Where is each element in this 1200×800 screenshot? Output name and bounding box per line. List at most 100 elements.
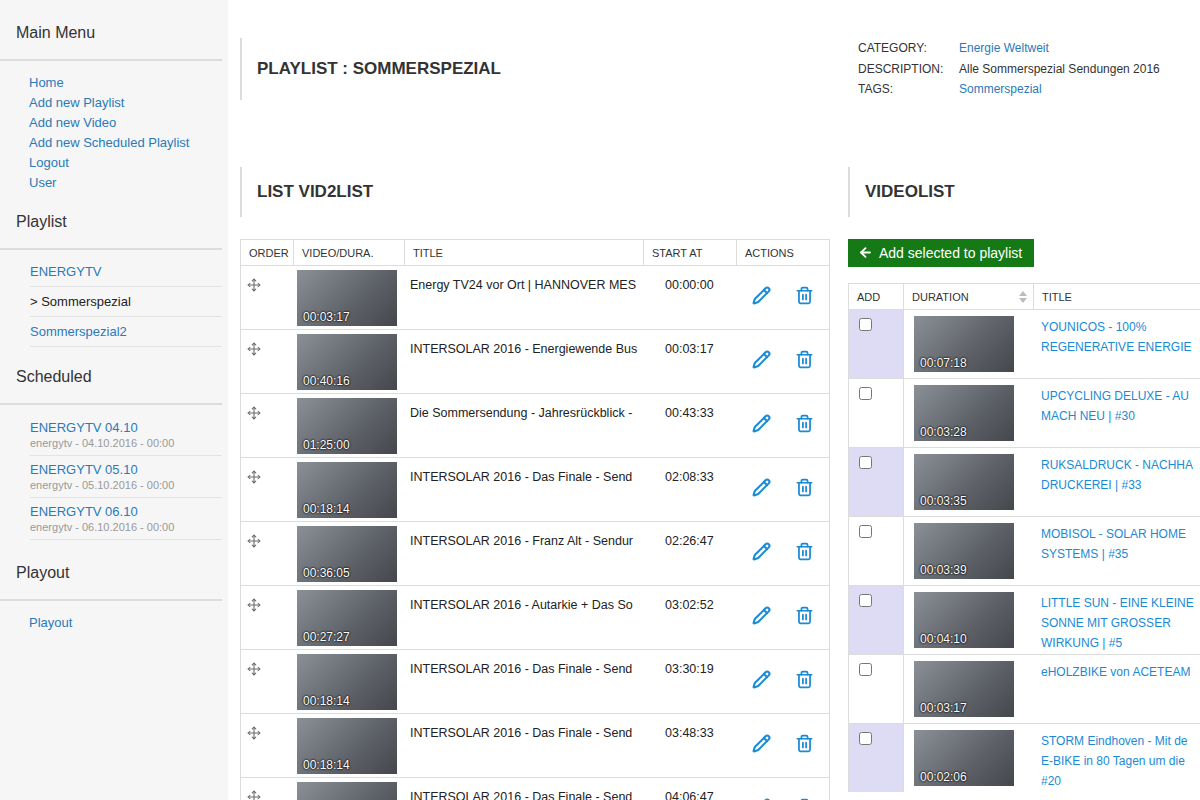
edit-button[interactable] [752, 414, 771, 433]
video-title[interactable]: LITTLE SUN - EINE KLEINE [1041, 593, 1200, 613]
menu-link[interactable]: Playout [29, 613, 228, 633]
trash-icon[interactable] [795, 414, 814, 433]
start-cell: 03:30:19 [644, 650, 737, 713]
order-cell [241, 650, 294, 713]
scheduled-item[interactable]: ENERGYTV 04.10energytv - 04.10.2016 - 00… [30, 414, 222, 456]
pencil-icon[interactable] [752, 798, 771, 800]
delete-button[interactable] [795, 542, 814, 561]
trash-icon[interactable] [795, 798, 814, 800]
start-cell: 03:48:33 [644, 714, 737, 777]
delete-button[interactable] [795, 478, 814, 497]
add-checkbox[interactable] [859, 594, 872, 607]
scheduled-item[interactable]: ENERGYTV 06.10energytv - 06.10.2016 - 00… [30, 498, 222, 540]
video-title[interactable]: E-BIKE in 80 Tagen um die [1041, 751, 1200, 771]
pencil-icon[interactable] [752, 414, 771, 433]
add-checkbox[interactable] [859, 456, 872, 469]
add-checkbox[interactable] [859, 525, 872, 538]
drag-icon[interactable] [247, 406, 261, 420]
drag-icon[interactable] [247, 662, 261, 676]
edit-button[interactable] [752, 350, 771, 369]
video-title[interactable]: REGENERATIVE ENERGIE [1041, 337, 1200, 357]
video-title[interactable]: SYSTEMS | #35 [1041, 544, 1200, 564]
video-title[interactable]: eHOLZBIKE von ACETEAM [1041, 662, 1200, 682]
trash-icon[interactable] [795, 286, 814, 305]
pencil-icon[interactable] [752, 286, 771, 305]
delete-button[interactable] [795, 670, 814, 689]
edit-button[interactable] [752, 286, 771, 305]
edit-button[interactable] [752, 478, 771, 497]
trash-icon[interactable] [795, 542, 814, 561]
video-title[interactable]: MACH NEU | #30 [1041, 406, 1200, 426]
video-title[interactable]: DRUCKEREI | #33 [1041, 475, 1200, 495]
add-cell [849, 724, 904, 792]
playlist-item[interactable]: ENERGYTV [30, 257, 222, 287]
add-checkbox[interactable] [859, 387, 872, 400]
drag-icon[interactable] [247, 278, 261, 292]
trash-icon[interactable] [795, 670, 814, 689]
table-row: INTERSOLAR 2016 - Das Finale - Send04:06… [241, 777, 829, 800]
column-header[interactable]: DURATION [904, 284, 1034, 309]
menu-link[interactable]: User [29, 173, 228, 193]
menu-link[interactable]: Add new Scheduled Playlist [29, 133, 228, 153]
video-title[interactable]: #20 [1041, 771, 1200, 791]
video-title[interactable]: MOBISOL - SOLAR HOME [1041, 524, 1200, 544]
edit-button[interactable] [752, 606, 771, 625]
table-header: ORDERVIDEO/DURA.TITLESTART ATACTIONS [241, 240, 829, 265]
table-row: 00:03:28UPCYCLING DELUXE - AUMACH NEU | … [849, 378, 1200, 447]
trash-icon[interactable] [795, 734, 814, 753]
menu-link[interactable]: Add new Video [29, 113, 228, 133]
drag-icon[interactable] [247, 534, 261, 548]
delete-button[interactable] [795, 286, 814, 305]
menu-link[interactable]: Logout [29, 153, 228, 173]
sidebar-header: Main Menu [0, 4, 222, 61]
menu-link[interactable]: Home [29, 73, 228, 93]
video-cell: 01:25:00 [294, 394, 405, 457]
drag-icon[interactable] [247, 726, 261, 740]
pencil-icon[interactable] [752, 734, 771, 753]
edit-button[interactable] [752, 670, 771, 689]
video-title[interactable]: WIRKUNG | #5 [1041, 633, 1200, 653]
playout-list: Playout [0, 601, 228, 633]
video-title[interactable]: SONNE MIT GROSSER [1041, 613, 1200, 633]
edit-button[interactable] [752, 734, 771, 753]
pencil-icon[interactable] [752, 350, 771, 369]
drag-icon[interactable] [247, 790, 261, 800]
add-checkbox[interactable] [859, 663, 872, 676]
video-duration: 00:03:17 [920, 701, 967, 715]
pencil-icon[interactable] [752, 542, 771, 561]
drag-icon[interactable] [247, 470, 261, 484]
video-title[interactable]: RUKSALDRUCK - NACHHA [1041, 455, 1200, 475]
sort-icon[interactable] [1019, 291, 1027, 303]
pencil-icon[interactable] [752, 478, 771, 497]
playlist-item[interactable]: > Sommerspezial [30, 287, 222, 317]
video-title[interactable]: UPCYCLING DELUXE - AU [1041, 386, 1200, 406]
delete-button[interactable] [795, 606, 814, 625]
video-title[interactable]: STORM Eindhoven - Mit de [1041, 731, 1200, 751]
scheduled-item[interactable]: ENERGYTV 05.10energytv - 05.10.2016 - 00… [30, 456, 222, 498]
delete-button[interactable] [795, 414, 814, 433]
delete-button[interactable] [795, 798, 814, 800]
edit-button[interactable] [752, 542, 771, 561]
delete-button[interactable] [795, 350, 814, 369]
meta-value[interactable]: Energie Weltweit [959, 38, 1200, 59]
meta-value[interactable]: Sommerspezial [959, 79, 1200, 100]
drag-icon[interactable] [247, 342, 261, 356]
edit-button[interactable] [752, 798, 771, 800]
title-cell: INTERSOLAR 2016 - Energiewende Bus [405, 330, 644, 393]
trash-icon[interactable] [795, 606, 814, 625]
playlist-item[interactable]: Sommerspezial2 [30, 317, 222, 347]
video-title[interactable]: YOUNICOS - 100% [1041, 317, 1200, 337]
menu-link[interactable]: Add new Playlist [29, 93, 228, 113]
trash-icon[interactable] [795, 350, 814, 369]
add-selected-button[interactable]: Add selected to playlist [848, 239, 1034, 267]
delete-button[interactable] [795, 734, 814, 753]
trash-icon[interactable] [795, 478, 814, 497]
table-row: 00:40:16INTERSOLAR 2016 - Energiewende B… [241, 329, 829, 393]
table-row: 00:18:14INTERSOLAR 2016 - Das Finale - S… [241, 457, 829, 521]
drag-icon[interactable] [247, 598, 261, 612]
actions-cell [737, 330, 829, 393]
add-checkbox[interactable] [859, 732, 872, 745]
add-checkbox[interactable] [859, 318, 872, 331]
pencil-icon[interactable] [752, 670, 771, 689]
pencil-icon[interactable] [752, 606, 771, 625]
